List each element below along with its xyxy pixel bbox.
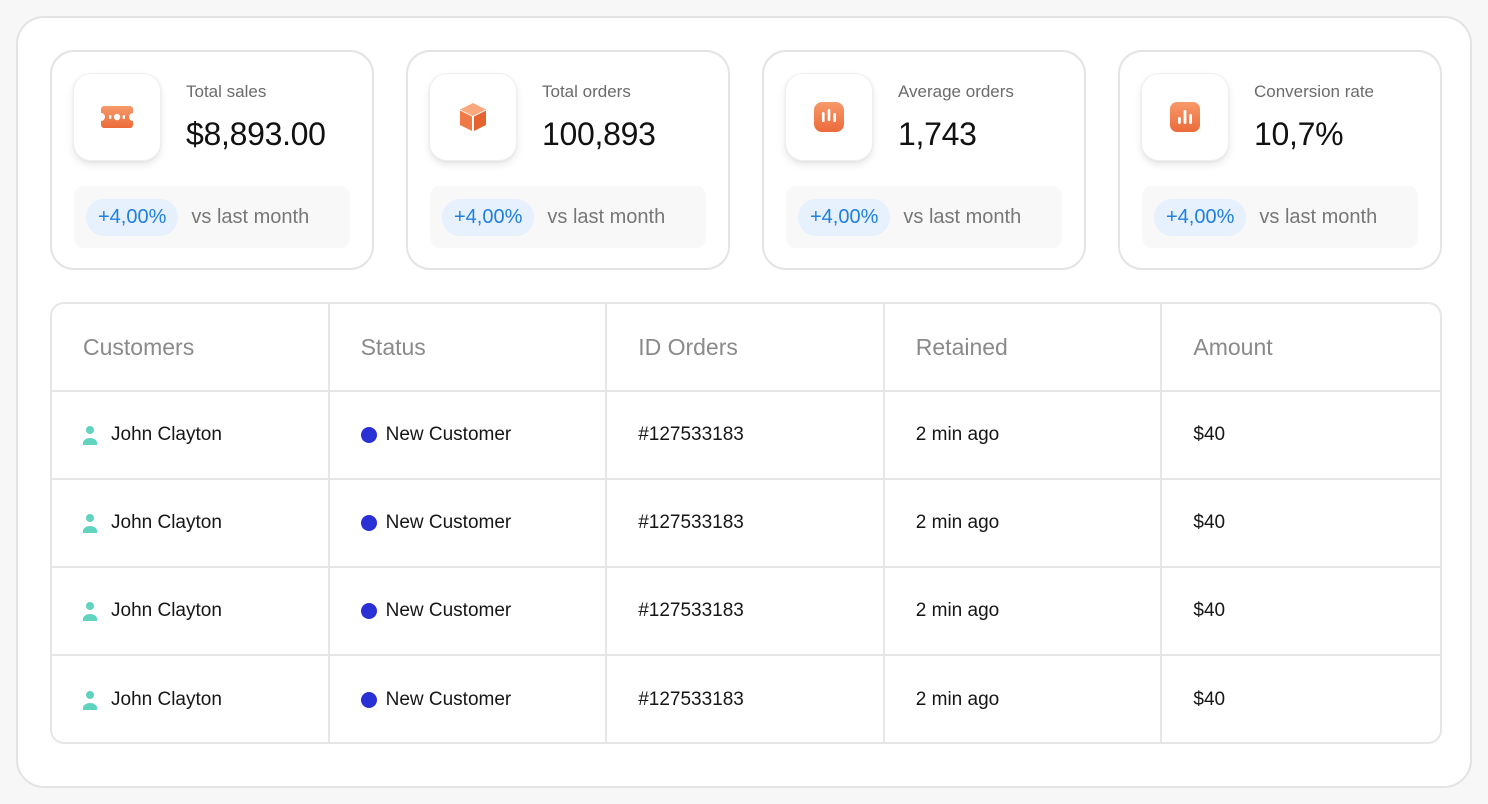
stat-footer: +4,00% vs last month [430, 186, 706, 248]
customer-cell: John Clayton [52, 656, 330, 742]
stat-footer: +4,00% vs last month [786, 186, 1062, 248]
column-header-customers[interactable]: Customers [52, 304, 330, 390]
status-label: New Customer [385, 600, 512, 621]
status-label: New Customer [385, 689, 512, 710]
status-dot [360, 427, 377, 443]
customer-cell: John Clayton [52, 568, 330, 654]
customers-table: Customers Status ID Orders Retained Amou… [50, 302, 1442, 744]
table-row[interactable]: John Clayton New Customer #127533183 2 m… [52, 568, 1440, 656]
table-header: Customers Status ID Orders Retained Amou… [52, 304, 1440, 392]
stat-label: Total sales [186, 82, 267, 101]
customer-cell: John Clayton [52, 392, 330, 478]
stats-row: Total sales $8,893.00 +4,00% vs last mon… [50, 50, 1442, 270]
change-badge: +4,00% [1154, 198, 1247, 236]
table-row[interactable]: John Clayton New Customer #127533183 2 m… [52, 656, 1440, 742]
customer-name: John Clayton [111, 424, 222, 445]
order-id-cell: #127533183 [607, 568, 885, 654]
column-header-id-orders[interactable]: ID Orders [607, 304, 885, 390]
user-icon [83, 691, 97, 710]
stat-card-conversion-rate[interactable]: Conversion rate 10,7% +4,00% vs last mon… [1118, 50, 1442, 270]
stat-icon-box [429, 73, 517, 161]
status-cell: New Customer [330, 392, 608, 478]
retained-cell: 2 min ago [885, 480, 1163, 566]
stat-card-total-orders[interactable]: Total orders 100,893 +4,00% vs last mont… [406, 50, 730, 270]
customer-cell: John Clayton [52, 480, 330, 566]
order-id-cell: #127533183 [607, 480, 885, 566]
status-cell: New Customer [330, 568, 608, 654]
status-dot [360, 603, 377, 619]
stat-footer: +4,00% vs last month [1142, 186, 1418, 248]
table-row[interactable]: John Clayton New Customer #127533183 2 m… [52, 480, 1440, 568]
retained-cell: 2 min ago [885, 656, 1163, 742]
customer-name: John Clayton [111, 689, 222, 710]
stat-card-total-sales[interactable]: Total sales $8,893.00 +4,00% vs last mon… [50, 50, 374, 270]
status-label: New Customer [385, 424, 512, 445]
compare-text: vs last month [903, 205, 1022, 228]
table-row[interactable]: John Clayton New Customer #127533183 2 m… [52, 392, 1440, 480]
order-id-cell: #127533183 [607, 392, 885, 478]
stat-icon-box [785, 73, 873, 161]
bar-chart-icon [1170, 102, 1200, 132]
amount-cell: $40 [1193, 689, 1226, 710]
user-icon [83, 426, 97, 445]
customer-name: John Clayton [111, 512, 222, 533]
amount-cell: $40 [1193, 424, 1226, 445]
amount-cell: $40 [1193, 600, 1226, 621]
order-id-cell: #127533183 [607, 656, 885, 742]
status-cell: New Customer [330, 480, 608, 566]
stat-card-average-orders[interactable]: Average orders 1,743 +4,00% vs last mont… [762, 50, 1086, 270]
bars-icon [814, 102, 844, 132]
amount-cell: $40 [1193, 512, 1226, 533]
status-cell: New Customer [330, 656, 608, 742]
status-dot [360, 692, 377, 708]
box-icon [460, 103, 486, 131]
stat-label: Conversion rate [1254, 82, 1375, 101]
status-dot [360, 515, 377, 531]
stat-icon-box [1141, 73, 1229, 161]
column-header-retained[interactable]: Retained [885, 304, 1163, 390]
status-label: New Customer [385, 512, 512, 533]
compare-text: vs last month [547, 205, 666, 228]
compare-text: vs last month [191, 205, 310, 228]
stat-value: $8,893.00 [186, 116, 326, 152]
column-header-status[interactable]: Status [330, 304, 608, 390]
change-badge: +4,00% [798, 198, 891, 236]
user-icon [83, 602, 97, 621]
customer-name: John Clayton [111, 600, 222, 621]
retained-cell: 2 min ago [885, 392, 1163, 478]
user-icon [83, 514, 97, 533]
compare-text: vs last month [1259, 205, 1378, 228]
ticket-icon [101, 106, 133, 128]
change-badge: +4,00% [86, 198, 179, 236]
retained-cell: 2 min ago [885, 568, 1163, 654]
stat-footer: +4,00% vs last month [74, 186, 350, 248]
stat-label: Average orders [898, 82, 1014, 101]
column-header-amount[interactable]: Amount [1162, 304, 1440, 390]
stat-value: 100,893 [542, 116, 656, 152]
stat-label: Total orders [542, 82, 631, 101]
change-badge: +4,00% [442, 198, 535, 236]
stat-value: 1,743 [898, 116, 977, 152]
dashboard-panel: Total sales $8,893.00 +4,00% vs last mon… [16, 16, 1472, 788]
stat-value: 10,7% [1254, 116, 1344, 152]
stat-icon-box [73, 73, 161, 161]
